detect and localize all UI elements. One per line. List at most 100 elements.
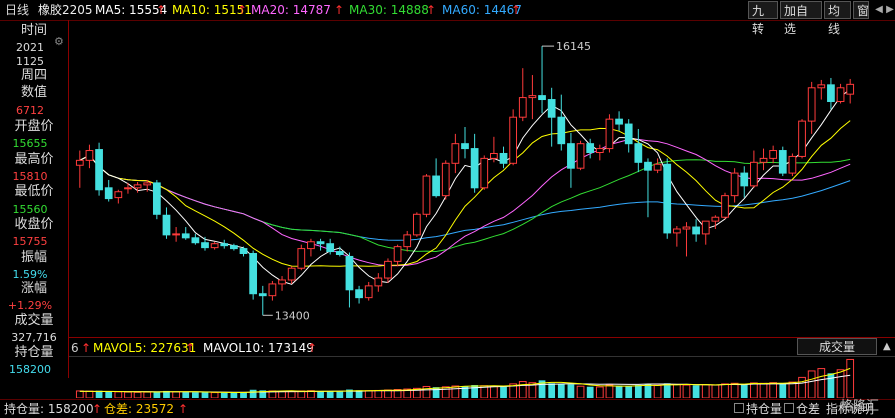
candle-body-up (836, 87, 845, 103)
candle-body-down (547, 99, 556, 118)
oi-change-readout: 仓差: 23572 (104, 402, 175, 416)
volume-bar-down (625, 386, 633, 398)
jiuzhuan-button[interactable]: 九转 (748, 1, 778, 36)
volume-bar-down (471, 385, 478, 398)
open-interest-checkbox[interactable] (734, 403, 744, 413)
volume-bar-down (317, 391, 324, 398)
candle-body-down (663, 163, 672, 234)
candle-body-down (335, 251, 344, 255)
volume-bar-up (701, 384, 710, 398)
candle-body-down (778, 150, 787, 174)
low-label: 最低价 (14, 184, 54, 199)
candle-body-up (75, 159, 84, 166)
arrow-right-icon[interactable]: ▶ (884, 4, 895, 16)
volume-bar-up (672, 383, 681, 398)
candle-body-down (470, 148, 479, 189)
weekday-value: 周四 (20, 68, 47, 83)
volume-bar-up (374, 389, 383, 398)
candle-body-up (278, 279, 286, 285)
volume-bar-up (114, 391, 123, 398)
window-button[interactable]: 窗 (853, 1, 869, 19)
candle-body-down (258, 293, 267, 297)
candle-body-down (615, 118, 623, 125)
candle-body-up (480, 157, 489, 189)
volume-bar-down (615, 385, 623, 398)
candle-body-down (624, 123, 633, 145)
volume-bar-up (788, 381, 797, 398)
candle-body-down (644, 161, 652, 171)
volume-bar-up (759, 382, 768, 398)
volume-bar-up (85, 390, 94, 398)
oi-change-checkbox[interactable] (784, 403, 794, 413)
indicator-select[interactable]: 成交量 (797, 338, 877, 355)
mavol5-value: MAVOL5: 227631 (93, 341, 197, 355)
volume-bar-up (595, 386, 604, 398)
ma30-up-arrow-icon: ↑ (426, 3, 437, 17)
add-watchlist-button[interactable]: 加自选 (780, 1, 822, 36)
volume-bar-down (230, 392, 238, 398)
volume-bar-up (518, 381, 527, 398)
symbol-label: 橡胶2205 (38, 3, 93, 17)
value-label: 数值 (20, 85, 47, 100)
candle-body-up (682, 226, 691, 230)
oi-change-up-arrow-icon: ↑ (178, 402, 189, 416)
oi-change-checkbox-label[interactable]: 仓差 (796, 402, 820, 416)
volume-bar-up (769, 382, 778, 398)
candle-body-up (807, 87, 816, 122)
bottom-bar: 持仓量: 158200 ↑ 仓差: 23572 ↑ 持仓量 仓差 指标说明 格隆… (0, 399, 895, 418)
volume-bar-down (432, 387, 440, 398)
volume-bar-down (586, 386, 594, 398)
oi-up-arrow-icon: ↑ (92, 402, 103, 416)
candle-body-up (172, 233, 180, 236)
open-interest-label: 持仓量 (14, 345, 54, 360)
close-value: 15755 (12, 235, 48, 248)
candle-body-up (124, 187, 132, 190)
mavol10-value: MAVOL10: 173149 (203, 341, 314, 355)
volume-bar-up (711, 384, 720, 398)
ma20-up-arrow-icon: ↑ (334, 3, 345, 17)
candle-body-up (509, 116, 518, 164)
volume-chart[interactable] (69, 356, 895, 398)
open-interest-checkbox-label[interactable]: 持仓量 (746, 402, 782, 416)
candle-body-up (441, 162, 450, 197)
period-label[interactable]: 日线 (5, 3, 29, 17)
candle-body-up (846, 83, 855, 95)
candle-body-down (827, 84, 835, 103)
volume-bar-down (240, 392, 247, 398)
volume-bar-up (846, 358, 855, 398)
candle-body-up (364, 285, 373, 299)
volume-bar-up (278, 390, 286, 398)
candle-body-down (567, 143, 575, 169)
volume-bar-up (605, 384, 614, 398)
candle-body-up (85, 150, 94, 161)
candlestick-chart[interactable]: 16145 13400 (69, 20, 895, 336)
volume-bar-down (663, 383, 671, 398)
volume-bar-down (567, 384, 575, 398)
candle-body-up (769, 150, 778, 159)
volume-bar-up (798, 376, 806, 398)
mavol5-arrow-icon: ↑ (185, 341, 196, 355)
candle-body-up (701, 220, 710, 235)
candle-body-down (104, 187, 113, 200)
close-label: 收盘价 (14, 217, 54, 232)
volume-bar-up (451, 385, 460, 398)
volume-bar-down (249, 389, 257, 398)
candle-body-down (461, 143, 469, 150)
volume-bar-up (172, 391, 180, 398)
triangle-up-icon[interactable]: ▲ (883, 341, 891, 352)
ma-settings-button[interactable]: 均线 (824, 1, 851, 36)
ma60-value: MA60: 14467 (442, 3, 522, 17)
volume-bar-down (182, 392, 190, 398)
candle-body-up (788, 155, 797, 174)
low-value: 15560 (12, 203, 48, 216)
candle-body-down (326, 243, 335, 253)
candle-body-up (576, 143, 585, 169)
ma30-value: MA30: 14888 (349, 3, 429, 17)
candle-body-up (287, 267, 296, 281)
volume-bar-up (576, 385, 585, 398)
candle-body-down (692, 226, 700, 235)
volume-bar-up (817, 368, 826, 398)
volume-bar-up (682, 384, 691, 398)
candle-body-up (528, 95, 537, 99)
info-panel: ⚙ 时间 2021 1125 周四 数值 6712 开盘价 15655 最高价 … (0, 20, 69, 378)
